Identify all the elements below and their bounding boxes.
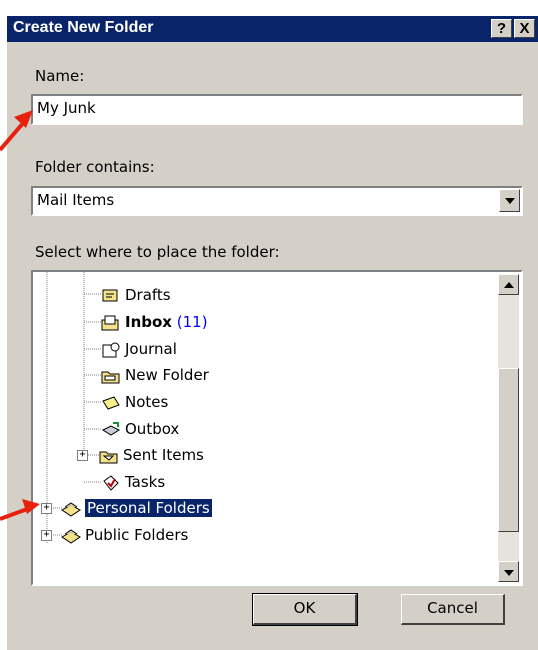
unread-count: (11): [176, 313, 208, 331]
tree-item-journal[interactable]: Journal: [101, 338, 177, 360]
annotation-arrows: [0, 110, 40, 521]
tree-item-label: Outbox: [125, 420, 180, 438]
arrow-down-icon: [504, 570, 514, 576]
dropdown-button[interactable]: [499, 189, 520, 212]
tree-item-label: Notes: [125, 393, 169, 411]
public-folders-icon: [61, 528, 81, 544]
tree-item-tasks[interactable]: Tasks: [101, 471, 165, 493]
folder-tree[interactable]: Drafts Inbox (11) Journal New Folder Not…: [31, 270, 523, 586]
tree-item-label: Public Folders: [85, 526, 189, 544]
tree-item-label: Tasks: [125, 473, 166, 491]
tree-item-notes[interactable]: Notes: [101, 391, 168, 413]
tree-item-label: Personal Folders: [85, 499, 212, 517]
folder-contains-select[interactable]: Mail Items: [31, 186, 523, 216]
arrow-up-icon: [504, 282, 514, 288]
annotation-arrow-name: [0, 110, 33, 152]
personal-folders-icon: [61, 501, 81, 517]
expand-icon[interactable]: +: [77, 450, 88, 461]
tree-item-label: Drafts: [125, 286, 171, 304]
notes-icon: [101, 395, 121, 411]
vertical-scrollbar[interactable]: [498, 274, 519, 582]
outbox-icon: [101, 421, 121, 438]
drafts-icon: [101, 288, 121, 304]
name-input[interactable]: My Junk: [31, 94, 523, 125]
annotation-arrow-personal-folders: [0, 499, 40, 521]
select-location-label: Select where to place the folder:: [35, 243, 280, 261]
sent-items-icon: [99, 448, 119, 464]
title-bar[interactable]: Create New Folder ? X: [7, 16, 538, 42]
tree-item-personal-folders[interactable]: + Personal Folders: [41, 497, 212, 519]
scroll-up-button[interactable]: [498, 274, 519, 295]
tasks-icon: [101, 474, 121, 491]
tree-item-outbox[interactable]: Outbox: [101, 418, 179, 440]
chevron-down-icon: [505, 198, 515, 204]
scroll-thumb[interactable]: [498, 368, 519, 532]
tree-item-drafts[interactable]: Drafts: [101, 284, 171, 306]
tree-item-label: Sent Items: [123, 446, 204, 464]
cancel-button[interactable]: Cancel: [401, 594, 505, 625]
tree-item-label: Inbox: [125, 313, 172, 331]
tree-item-public-folders[interactable]: + Public Folders: [41, 524, 188, 546]
create-new-folder-dialog: Create New Folder ? X Name: My Junk Fold…: [6, 15, 538, 650]
help-button[interactable]: ?: [491, 19, 512, 38]
tree-item-inbox[interactable]: Inbox (11): [101, 311, 208, 333]
tree-item-label: Journal: [125, 340, 177, 358]
ok-button[interactable]: OK: [252, 593, 358, 626]
inbox-icon: [101, 315, 121, 331]
tree-item-label: New Folder: [125, 366, 209, 384]
close-button[interactable]: X: [514, 19, 535, 38]
folder-icon: [101, 368, 121, 384]
scroll-down-button[interactable]: [498, 561, 519, 582]
journal-icon: [101, 342, 121, 358]
tree-item-new-folder[interactable]: New Folder: [101, 364, 209, 386]
tree-item-sent-items[interactable]: + Sent Items: [77, 444, 204, 466]
